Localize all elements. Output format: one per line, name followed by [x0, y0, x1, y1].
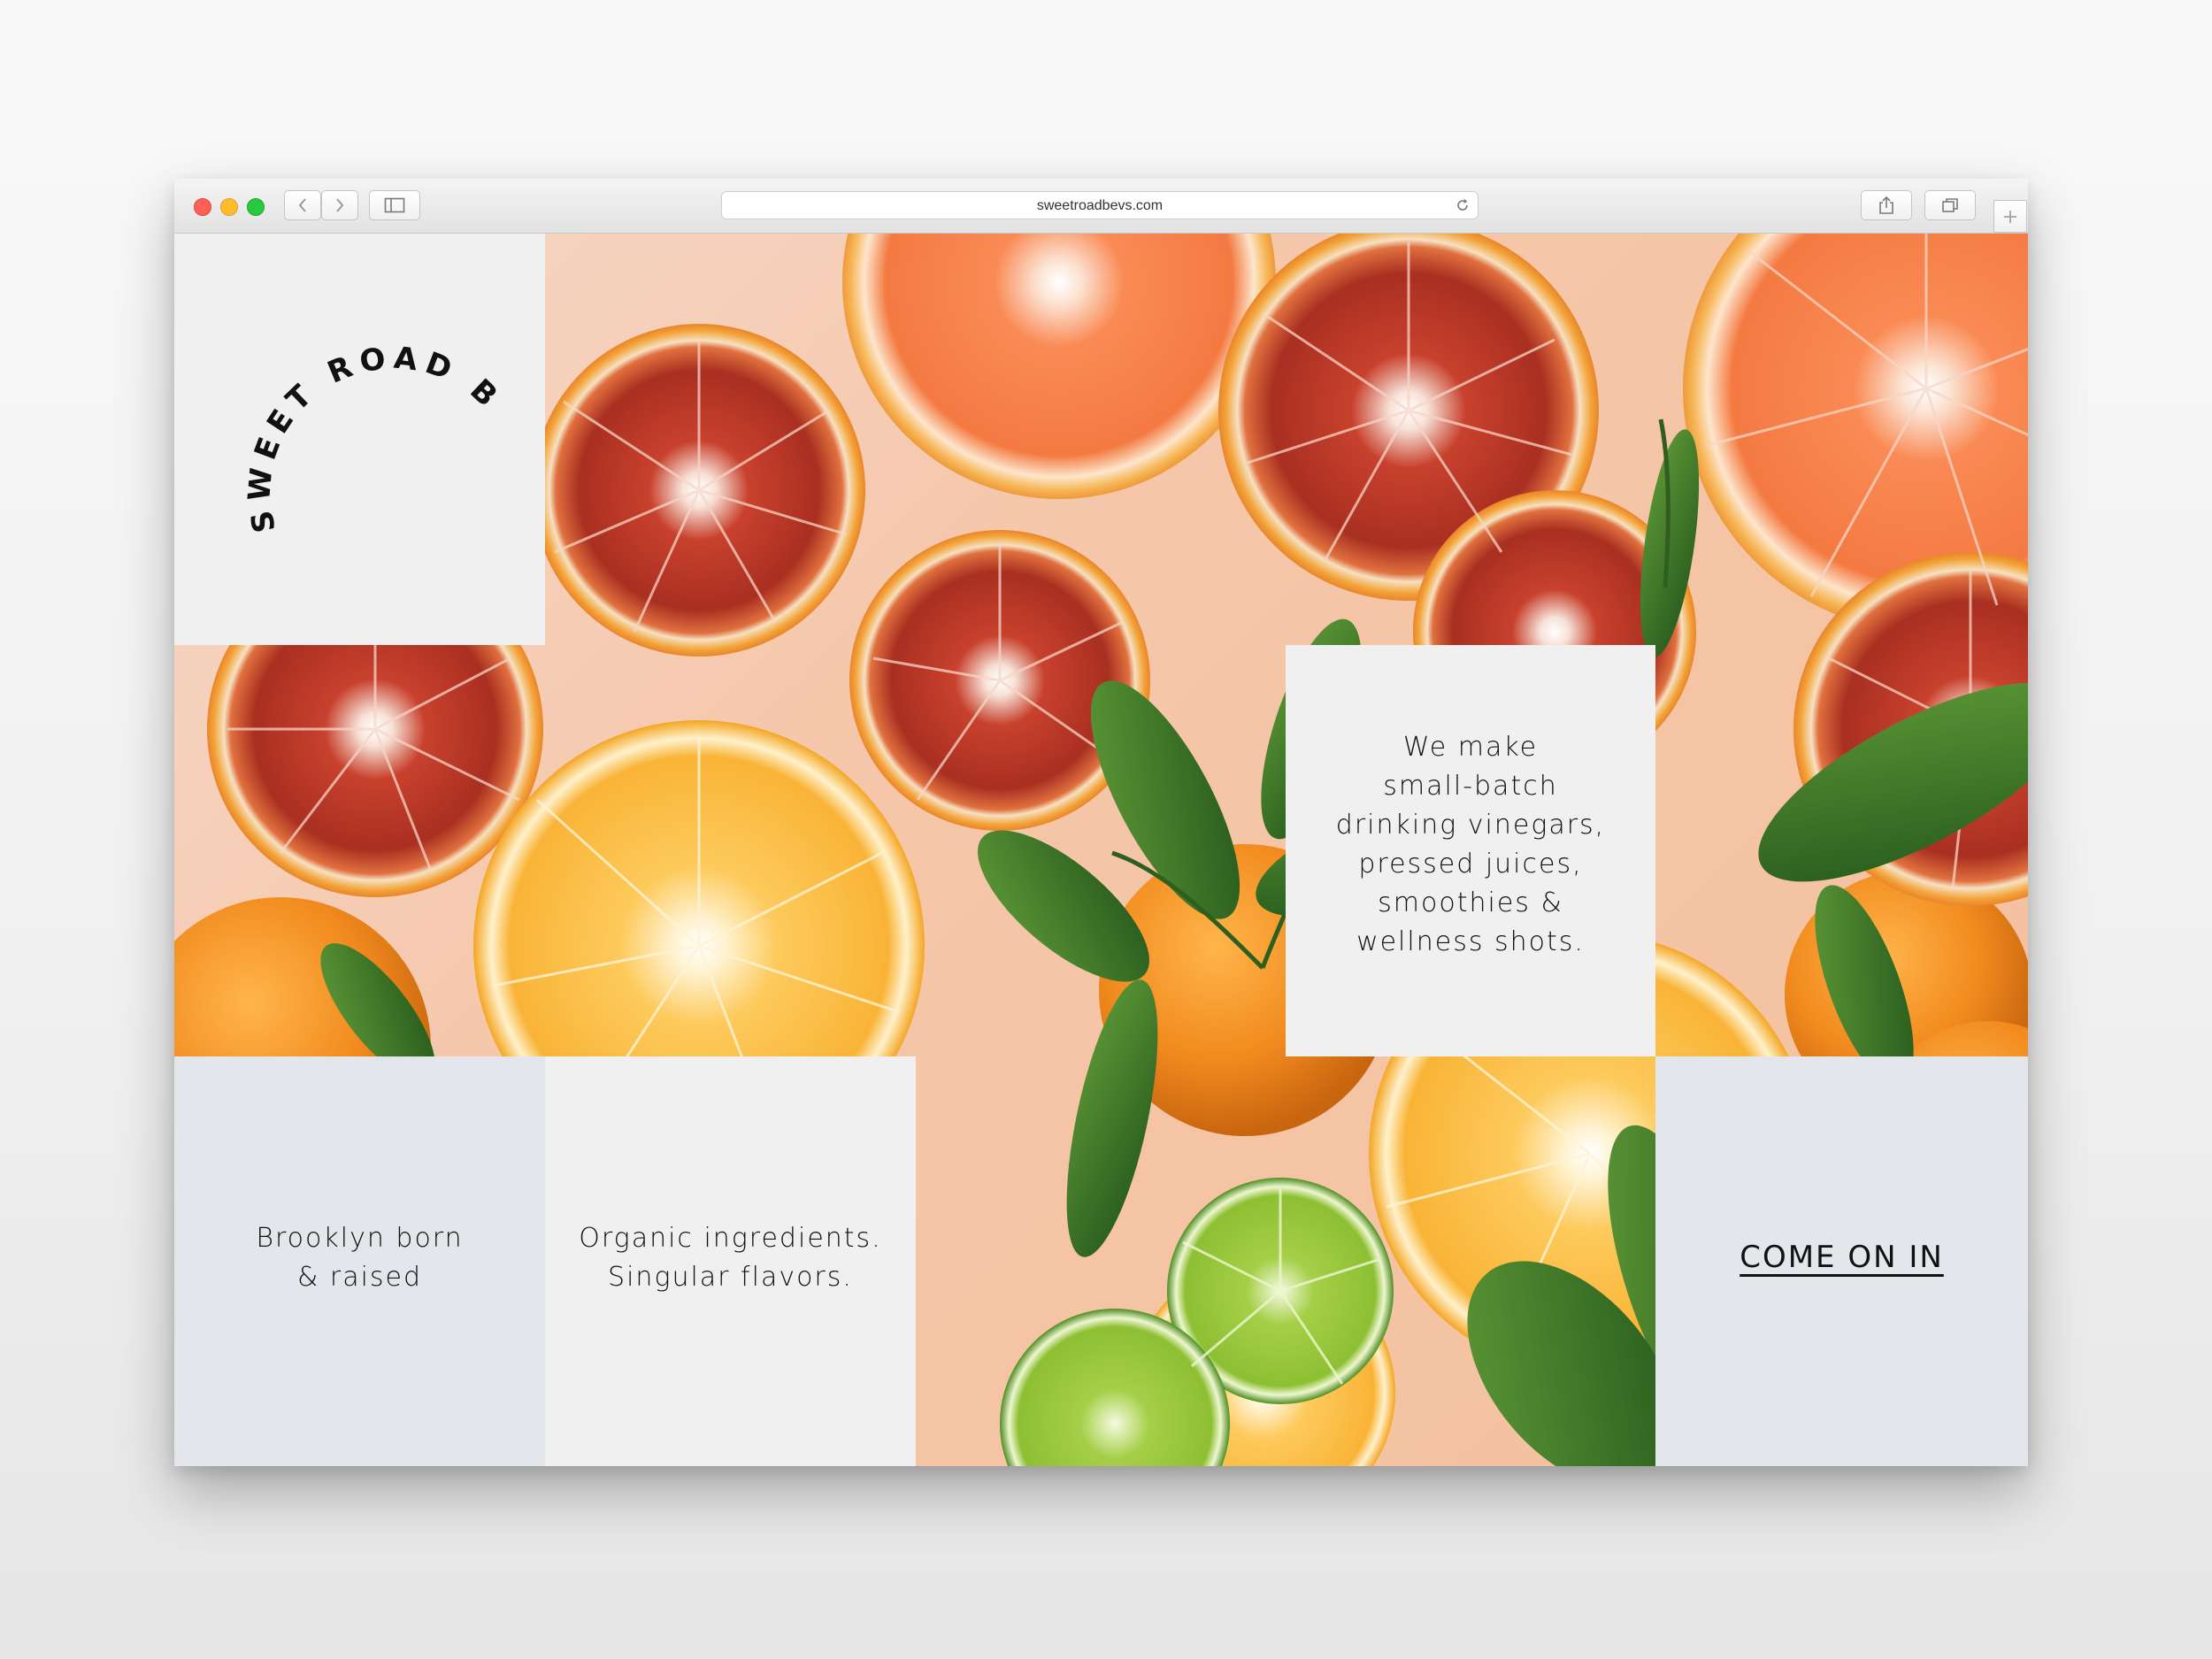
- chevron-left-icon: [298, 198, 306, 212]
- ingredients-text: Organic ingredients. Singular flavors.: [545, 1219, 916, 1297]
- brand-logo[interactable]: SWEET ROAD BEVS: [174, 234, 545, 645]
- tagline-panel: We make small-batch drinking vinegars, p…: [1286, 645, 1655, 1056]
- ingredients-line: Organic ingredients.: [579, 1223, 882, 1254]
- zoom-window-button[interactable]: [247, 198, 265, 216]
- address-bar[interactable]: sweetroadbevs.com: [721, 191, 1479, 219]
- url-text: sweetroadbevs.com: [1036, 198, 1164, 213]
- tagline-line: We make: [1402, 732, 1539, 763]
- logo-text: SWEET ROAD BEVS: [174, 234, 502, 535]
- svg-text:SWEET ROAD BEVS: SWEET ROAD BEVS: [174, 234, 509, 535]
- forward-button[interactable]: [321, 190, 358, 220]
- ingredients-panel: Organic ingredients. Singular flavors.: [545, 1056, 916, 1466]
- browser-toolbar: sweetroadbevs.com: [174, 179, 2028, 234]
- plus-icon: [2004, 210, 2016, 223]
- sidebar-toggle-button[interactable]: [369, 190, 420, 220]
- new-tab-button[interactable]: [1993, 200, 2027, 233]
- minimize-window-button[interactable]: [220, 198, 238, 216]
- tagline-line: pressed juices,: [1358, 849, 1583, 879]
- tabs-icon: [1942, 198, 1958, 212]
- come-on-in-link[interactable]: COME ON IN: [1655, 1240, 2028, 1275]
- close-window-button[interactable]: [194, 198, 211, 216]
- tagline-line: drinking vinegars,: [1335, 810, 1606, 841]
- origin-line: & raised: [296, 1262, 423, 1293]
- logo-panel: SWEET ROAD BEVS: [174, 234, 545, 645]
- browser-window: sweetroadbevs.com SWEET ROAD B We make s…: [174, 179, 2028, 1466]
- tagline-line: wellness shots.: [1356, 926, 1585, 957]
- tabs-overview-button[interactable]: [1924, 190, 1976, 220]
- share-button[interactable]: [1861, 190, 1912, 220]
- origin-line: Brooklyn born: [256, 1223, 464, 1254]
- chevron-right-icon: [336, 198, 344, 212]
- share-icon: [1879, 196, 1893, 214]
- tagline-line: smoothies &: [1378, 887, 1563, 918]
- tagline-text: We make small-batch drinking vinegars, p…: [1286, 728, 1655, 962]
- page-content: SWEET ROAD BEVS We make small-batch drin…: [174, 234, 2028, 1466]
- tagline-line: small-batch: [1383, 771, 1558, 802]
- ingredients-line: Singular flavors.: [608, 1262, 853, 1293]
- back-button[interactable]: [284, 190, 321, 220]
- sidebar-icon: [384, 197, 405, 213]
- reload-icon[interactable]: [1455, 197, 1471, 213]
- origin-panel: Brooklyn born & raised: [174, 1056, 545, 1466]
- origin-text: Brooklyn born & raised: [174, 1219, 545, 1297]
- cta-panel: COME ON IN: [1655, 1056, 2028, 1466]
